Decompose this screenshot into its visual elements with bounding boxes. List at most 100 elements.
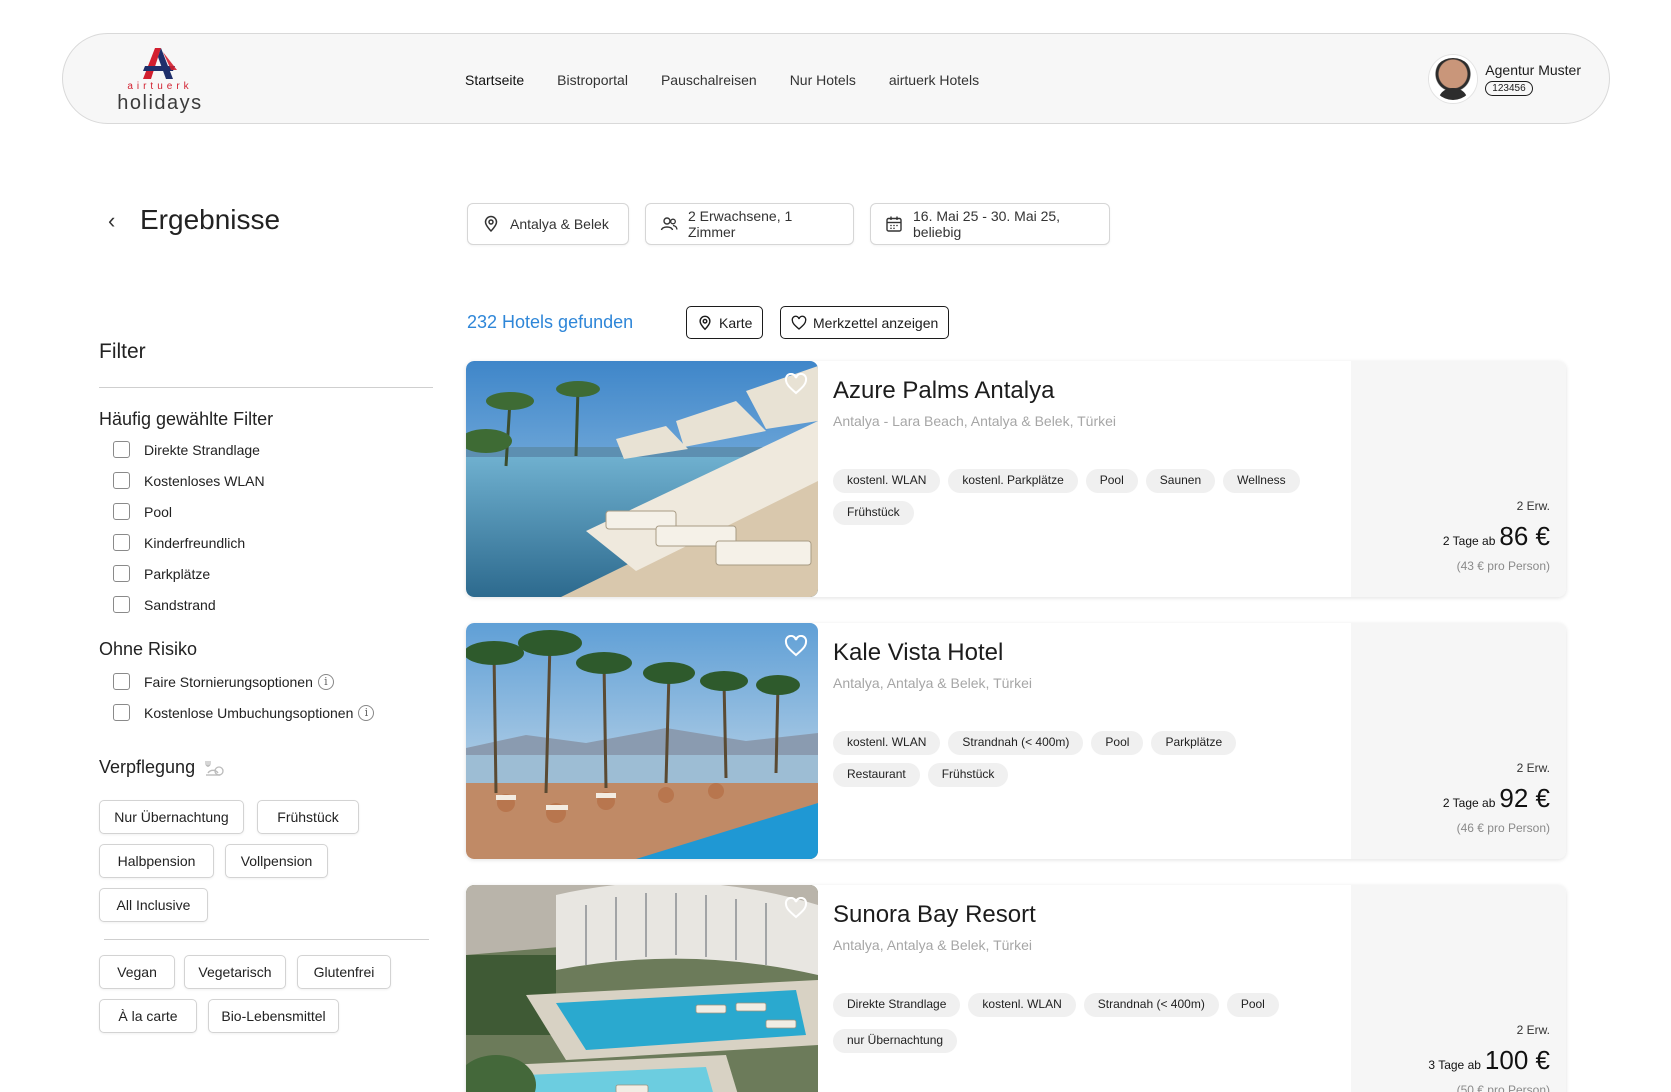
date-range-field[interactable]: 16. Mai 25 - 30. Mai 25, beliebig [870,203,1110,245]
logo-text-small: airtuerk [127,81,193,92]
divider [104,939,429,940]
map-pin-icon [482,215,500,233]
amenity-tag: Restaurant [833,763,920,787]
wishlist-button-label: Merkzettel anzeigen [813,314,939,331]
hotel-location: Antalya, Antalya & Belek, Türkei [833,937,1032,953]
checkbox[interactable] [113,673,130,690]
checkbox[interactable] [113,565,130,582]
favorite-heart-icon[interactable] [784,897,808,919]
filter-parkplaetze[interactable]: Parkplätze [113,565,210,582]
hotel-card[interactable]: Kale Vista Hotel Antalya, Antalya & Bele… [466,623,1566,859]
filter-label: Faire Stornierungsoptionen [144,673,313,690]
top-nav-bar: airtuerk holidays Startseite Bistroporta… [62,33,1610,124]
hotel-location: Antalya - Lara Beach, Antalya & Belek, T… [833,413,1117,429]
map-button[interactable]: Karte [686,306,764,339]
info-icon[interactable]: i [358,704,375,721]
hotel-image[interactable] [466,623,818,859]
back-chevron-icon[interactable]: ‹ [108,208,115,234]
amenity-tag: Strandnah (< 400m) [948,731,1084,755]
price-duration: 2 Tage ab [1442,534,1496,548]
destination-field[interactable]: Antalya & Belek [467,203,629,245]
checkbox[interactable] [113,534,130,551]
amenity-tag: Wellness [1223,469,1300,493]
filter-direkte-strandlage[interactable]: Direkte Strandlage [113,441,260,458]
diet-option-vegetarisch[interactable]: Vegetarisch [184,955,286,989]
price-total: 92 € [1499,783,1550,813]
hotel-card[interactable]: Sunora Bay Resort Antalya, Antalya & Bel… [466,885,1566,1092]
board-option-all-inclusive[interactable]: All Inclusive [99,888,208,922]
hotel-card[interactable]: Azure Palms Antalya Antalya - Lara Beach… [466,361,1566,597]
checkbox[interactable] [113,704,130,721]
filter-kinderfreundlich[interactable]: Kinderfreundlich [113,534,245,551]
price-per-person: (46 € pro Person) [1456,821,1550,835]
diet-option-a-la-carte[interactable]: À la carte [99,999,197,1033]
filter-kostenlose-umbuchung[interactable]: Kostenlose Umbuchungsoptionen i [113,704,375,721]
price-total: 86 € [1499,521,1550,551]
avatar[interactable] [1429,55,1478,103]
wishlist-button[interactable]: Merkzettel anzeigen [780,306,950,339]
diet-option-bio-lebensmittel[interactable]: Bio-Lebensmittel [208,999,339,1033]
board-option-fruehstueck[interactable]: Frühstück [257,800,359,834]
filter-label: Kinderfreundlich [144,534,246,551]
price-panel[interactable]: 2 Erw. 2 Tage ab 86 € (43 € pro Person) [1351,361,1566,597]
checkbox[interactable] [113,596,130,613]
hotel-name[interactable]: Sunora Bay Resort [833,901,1036,929]
info-icon[interactable]: i [317,673,334,690]
logo-mark-icon [143,48,177,79]
checkbox[interactable] [113,441,130,458]
hotel-image[interactable] [466,885,818,1092]
filter-pool[interactable]: Pool [113,503,172,520]
board-title: Verpflegung [99,757,225,778]
board-title-label: Verpflegung [99,757,196,777]
hotel-name[interactable]: Kale Vista Hotel [833,639,1003,667]
nav-item-nur-hotels[interactable]: Nur Hotels [790,72,856,88]
filter-label: Pool [144,503,173,520]
amenity-tag: kostenl. WLAN [833,731,941,755]
favorite-heart-icon[interactable] [784,635,808,657]
price-panel[interactable]: 2 Erw. 3 Tage ab 100 € (50 € pro Person) [1351,885,1566,1092]
amenity-tag: Direkte Strandlage [833,993,961,1017]
diet-option-glutenfrei[interactable]: Glutenfrei [297,955,391,989]
diet-option-vegan[interactable]: Vegan [99,955,175,989]
board-option-nur-uebernachtung[interactable]: Nur Übernachtung [99,800,244,834]
page-title: Ergebnisse [140,204,281,235]
amenity-tag: Frühstück [833,501,914,525]
amenity-tag: kostenl. WLAN [833,469,941,493]
filter-kostenloses-wlan[interactable]: Kostenloses WLAN [113,472,265,489]
destination-value: Antalya & Belek [510,216,609,232]
board-option-halbpension[interactable]: Halbpension [99,844,214,878]
checkbox[interactable] [113,472,130,489]
brand-logo[interactable]: airtuerk holidays [115,46,205,116]
filter-faire-stornierung[interactable]: Faire Stornierungsoptionen i [113,673,334,690]
filter-label: Direkte Strandlage [144,441,260,458]
price-persons: 2 Erw. [1516,1023,1550,1037]
date-range-value: 16. Mai 25 - 30. Mai 25, beliebig [913,208,1061,240]
amenity-tag: Pool [1091,731,1144,755]
nav-item-startseite[interactable]: Startseite [465,72,524,88]
price-duration: 2 Tage ab [1442,796,1496,810]
amenity-tag: Pool [1226,993,1279,1017]
user-menu[interactable]: Agentur Muster 123456 [1429,52,1581,106]
price-per-person: (50 € pro Person) [1456,1083,1550,1092]
price-persons: 2 Erw. [1516,499,1550,513]
guests-value: 2 Erwachsene, 1 Zimmer [688,208,793,240]
hotel-name[interactable]: Azure Palms Antalya [833,377,1054,405]
amenity-tag: Saunen [1145,469,1216,493]
nav-item-airtuerk-hotels[interactable]: airtuerk Hotels [889,72,979,88]
divider [99,387,433,388]
price-per-person: (43 € pro Person) [1456,559,1550,573]
amenity-tag: Strandnah (< 400m) [1083,993,1219,1017]
filter-title: Filter [99,340,146,363]
people-icon [660,215,678,233]
nav-item-bistroportal[interactable]: Bistroportal [557,72,628,88]
guests-field[interactable]: 2 Erwachsene, 1 Zimmer [645,203,854,245]
checkbox[interactable] [113,503,130,520]
hotel-image[interactable] [466,361,818,597]
map-pin-icon [697,315,713,331]
favorite-heart-icon[interactable] [784,373,808,395]
price-panel[interactable]: 2 Erw. 2 Tage ab 92 € (46 € pro Person) [1351,623,1566,859]
nav-item-pauschalreisen[interactable]: Pauschalreisen [661,72,757,88]
board-option-vollpension[interactable]: Vollpension [225,844,328,878]
filter-label: Sandstrand [144,596,216,613]
filter-sandstrand[interactable]: Sandstrand [113,596,216,613]
